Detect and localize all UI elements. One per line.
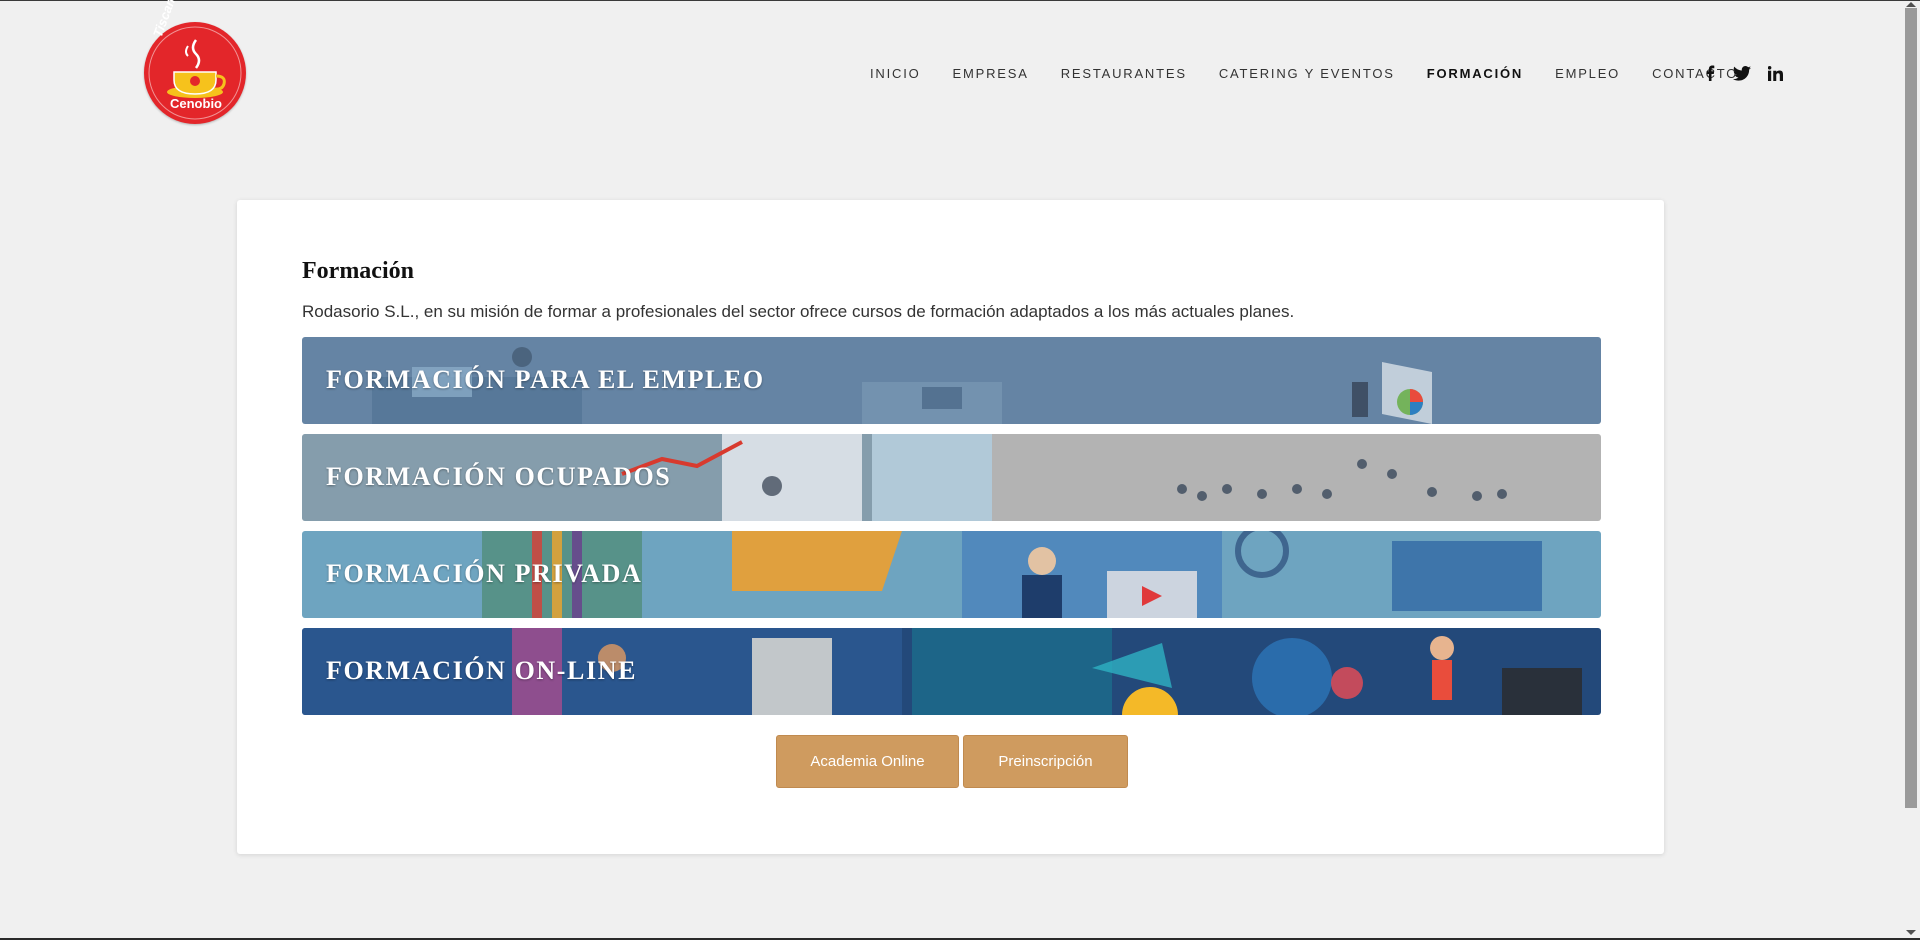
- banner-label: FORMACIÓN OCUPADOS: [326, 462, 672, 491]
- banner-label: FORMACIÓN PRIVADA: [326, 559, 643, 588]
- intro-text: Rodasorio S.L., en su misión de formar a…: [302, 302, 1295, 321]
- facebook-icon[interactable]: [1700, 63, 1720, 83]
- logo-text-bottom: Cenobio: [170, 96, 222, 111]
- nav-item-contacto[interactable]: CONTACTO: [1652, 66, 1738, 81]
- page-title: Formación: [302, 258, 414, 284]
- nav-item-catering-y-eventos[interactable]: CATERING Y EVENTOS: [1219, 66, 1395, 81]
- nav-item-inicio[interactable]: INICIO: [870, 66, 921, 81]
- twitter-icon[interactable]: [1732, 63, 1752, 83]
- nav-item-empleo[interactable]: EMPLEO: [1555, 66, 1620, 81]
- nav-item-formacion[interactable]: FORMACIÓN: [1427, 66, 1523, 81]
- banner-label: FORMACIÓN ON-LINE: [326, 656, 638, 685]
- window-top-border: [0, 0, 1920, 1]
- banner-formacion-ocupados[interactable]: FORMACIÓN OCUPADOS: [302, 434, 1601, 521]
- banner-label: FORMACIÓN PARA EL EMPLEO: [326, 365, 765, 394]
- banner-formacion-privada[interactable]: FORMACIÓN PRIVADA: [302, 531, 1601, 618]
- banner-formacion-on-line[interactable]: FORMACIÓN ON-LINE: [302, 628, 1601, 715]
- linkedin-icon[interactable]: [1765, 63, 1785, 83]
- academia-online-button[interactable]: Academia Online: [776, 735, 959, 788]
- preinscripcion-button[interactable]: Preinscripción: [963, 735, 1128, 788]
- site-logo[interactable]: Tiscamanita Cenobio: [144, 0, 246, 124]
- main-navigation: INICIO EMPRESA RESTAURANTES CATERING Y E…: [870, 63, 1738, 83]
- nav-item-restaurantes[interactable]: RESTAURANTES: [1061, 66, 1187, 81]
- scroll-down-arrow[interactable]: [1906, 930, 1916, 935]
- scroll-up-arrow[interactable]: [1906, 2, 1916, 7]
- banner-formacion-para-el-empleo[interactable]: FORMACIÓN PARA EL EMPLEO: [302, 337, 1601, 424]
- nav-item-empresa[interactable]: EMPRESA: [953, 66, 1029, 81]
- scrollbar-thumb[interactable]: [1905, 8, 1917, 808]
